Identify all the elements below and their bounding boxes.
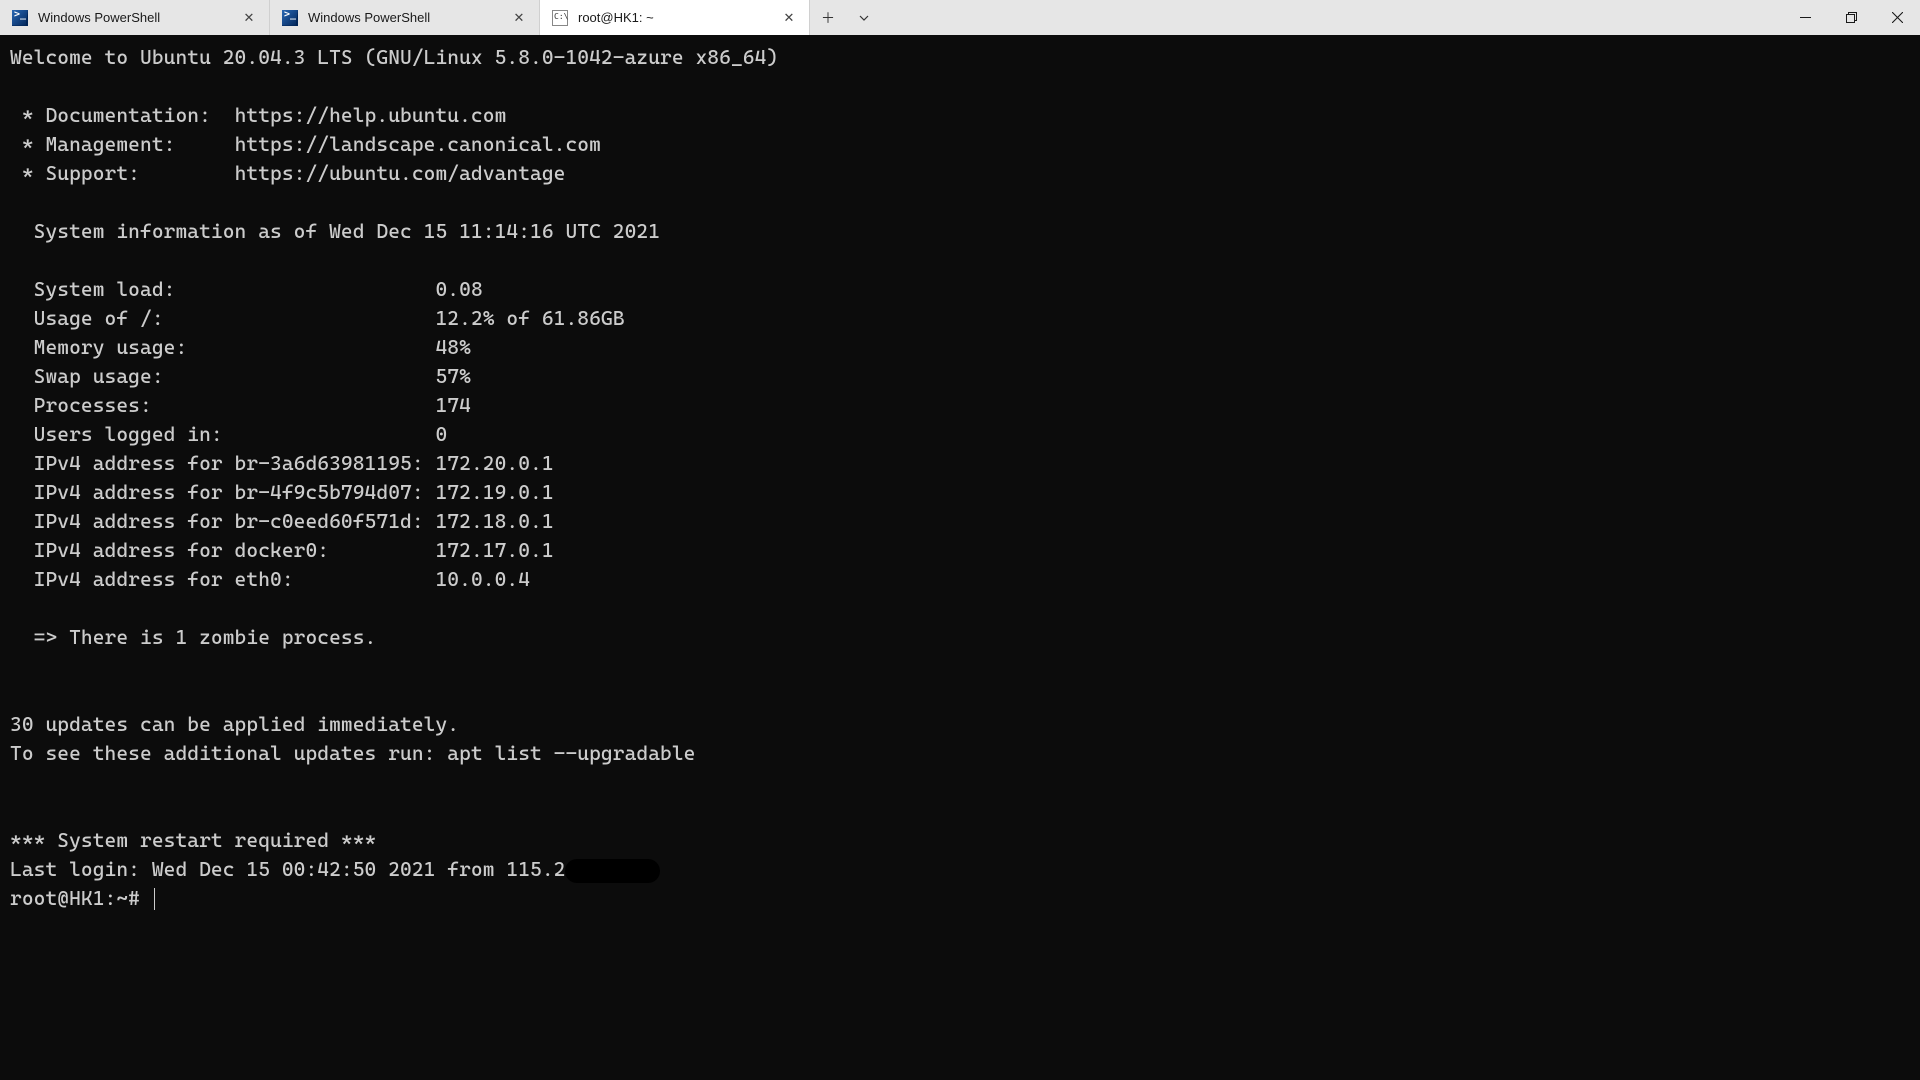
titlebar-drag-region[interactable] <box>882 0 1782 35</box>
sys-ip5-value: 10.0.0.4 <box>435 567 530 591</box>
tab-strip: Windows PowerShell ✕ Windows PowerShell … <box>0 0 810 35</box>
sys-mem-label: Memory usage: <box>10 335 435 359</box>
sys-ip3-value: 172.18.0.1 <box>435 509 553 533</box>
sys-ip1-value: 172.20.0.1 <box>435 451 553 475</box>
sys-usage-label: Usage of /: <box>10 306 435 330</box>
tab-actions: ＋ <box>810 0 882 35</box>
motd-welcome: Welcome to Ubuntu 20.04.3 LTS (GNU/Linux… <box>10 45 778 69</box>
close-icon[interactable]: ✕ <box>511 10 527 26</box>
close-icon <box>1892 12 1903 23</box>
minimize-icon <box>1800 12 1811 23</box>
sys-ip5-label: IPv4 address for eth0: <box>10 567 435 591</box>
restore-icon <box>1846 12 1857 23</box>
sys-swap-value: 57% <box>435 364 470 388</box>
sys-ip4-label: IPv4 address for docker0: <box>10 538 435 562</box>
motd-sup-url: https://ubuntu.com/advantage <box>235 161 566 185</box>
last-login: Last login: Wed Dec 15 00:42:50 2021 fro… <box>10 857 565 881</box>
title-bar: Windows PowerShell ✕ Windows PowerShell … <box>0 0 1920 35</box>
sys-mem-value: 48% <box>435 335 470 359</box>
updates-line-1: 30 updates can be applied immediately. <box>10 712 459 736</box>
close-window-button[interactable] <box>1874 0 1920 35</box>
chevron-down-icon <box>858 12 870 24</box>
terminal-cursor <box>154 888 155 910</box>
motd-sup-label: * Support: <box>10 161 235 185</box>
updates-line-2: To see these additional updates run: apt… <box>10 741 696 765</box>
sys-load-label: System load: <box>10 277 435 301</box>
restart-required: *** System restart required *** <box>10 828 376 852</box>
motd-doc-url: https://help.ubuntu.com <box>235 103 507 127</box>
tab-powershell-2[interactable]: Windows PowerShell ✕ <box>270 0 540 35</box>
sys-ip1-label: IPv4 address for br-3a6d63981195: <box>10 451 435 475</box>
tab-title: root@HK1: ~ <box>578 10 773 25</box>
tab-title: Windows PowerShell <box>308 10 503 25</box>
sysinfo-header: System information as of Wed Dec 15 11:1… <box>10 219 660 243</box>
sys-swap-label: Swap usage: <box>10 364 435 388</box>
powershell-icon <box>282 10 298 26</box>
motd-mgmt-label: * Management: <box>10 132 235 156</box>
sys-users-label: Users logged in: <box>10 422 435 446</box>
sys-ip2-label: IPv4 address for br-4f9c5b794d07: <box>10 480 435 504</box>
tab-powershell-1[interactable]: Windows PowerShell ✕ <box>0 0 270 35</box>
minimize-button[interactable] <box>1782 0 1828 35</box>
motd-mgmt-url: https://landscape.canonical.com <box>235 132 601 156</box>
redacted-ip <box>565 859 660 883</box>
close-icon[interactable]: ✕ <box>781 10 797 26</box>
window-controls <box>1782 0 1920 35</box>
sys-users-value: 0 <box>435 422 447 446</box>
tab-title: Windows PowerShell <box>38 10 233 25</box>
sys-ip4-value: 172.17.0.1 <box>435 538 553 562</box>
zombie-warning: => There is 1 zombie process. <box>10 625 376 649</box>
tab-dropdown-button[interactable] <box>846 0 882 35</box>
tab-ssh-root[interactable]: root@HK1: ~ ✕ <box>540 0 810 35</box>
sys-proc-label: Processes: <box>10 393 435 417</box>
close-icon[interactable]: ✕ <box>241 10 257 26</box>
sys-proc-value: 174 <box>435 393 470 417</box>
terminal-output[interactable]: Welcome to Ubuntu 20.04.3 LTS (GNU/Linux… <box>0 35 1920 1080</box>
shell-prompt: root@HK1:~# <box>10 886 152 910</box>
motd-doc-label: * Documentation: <box>10 103 235 127</box>
sys-load-value: 0.08 <box>435 277 482 301</box>
powershell-icon <box>12 10 28 26</box>
maximize-button[interactable] <box>1828 0 1874 35</box>
sys-ip3-label: IPv4 address for br-c0eed60f571d: <box>10 509 435 533</box>
cmd-icon <box>552 10 568 26</box>
sys-usage-value: 12.2% of 61.86GB <box>435 306 624 330</box>
new-tab-button[interactable]: ＋ <box>810 0 846 35</box>
sys-ip2-value: 172.19.0.1 <box>435 480 553 504</box>
